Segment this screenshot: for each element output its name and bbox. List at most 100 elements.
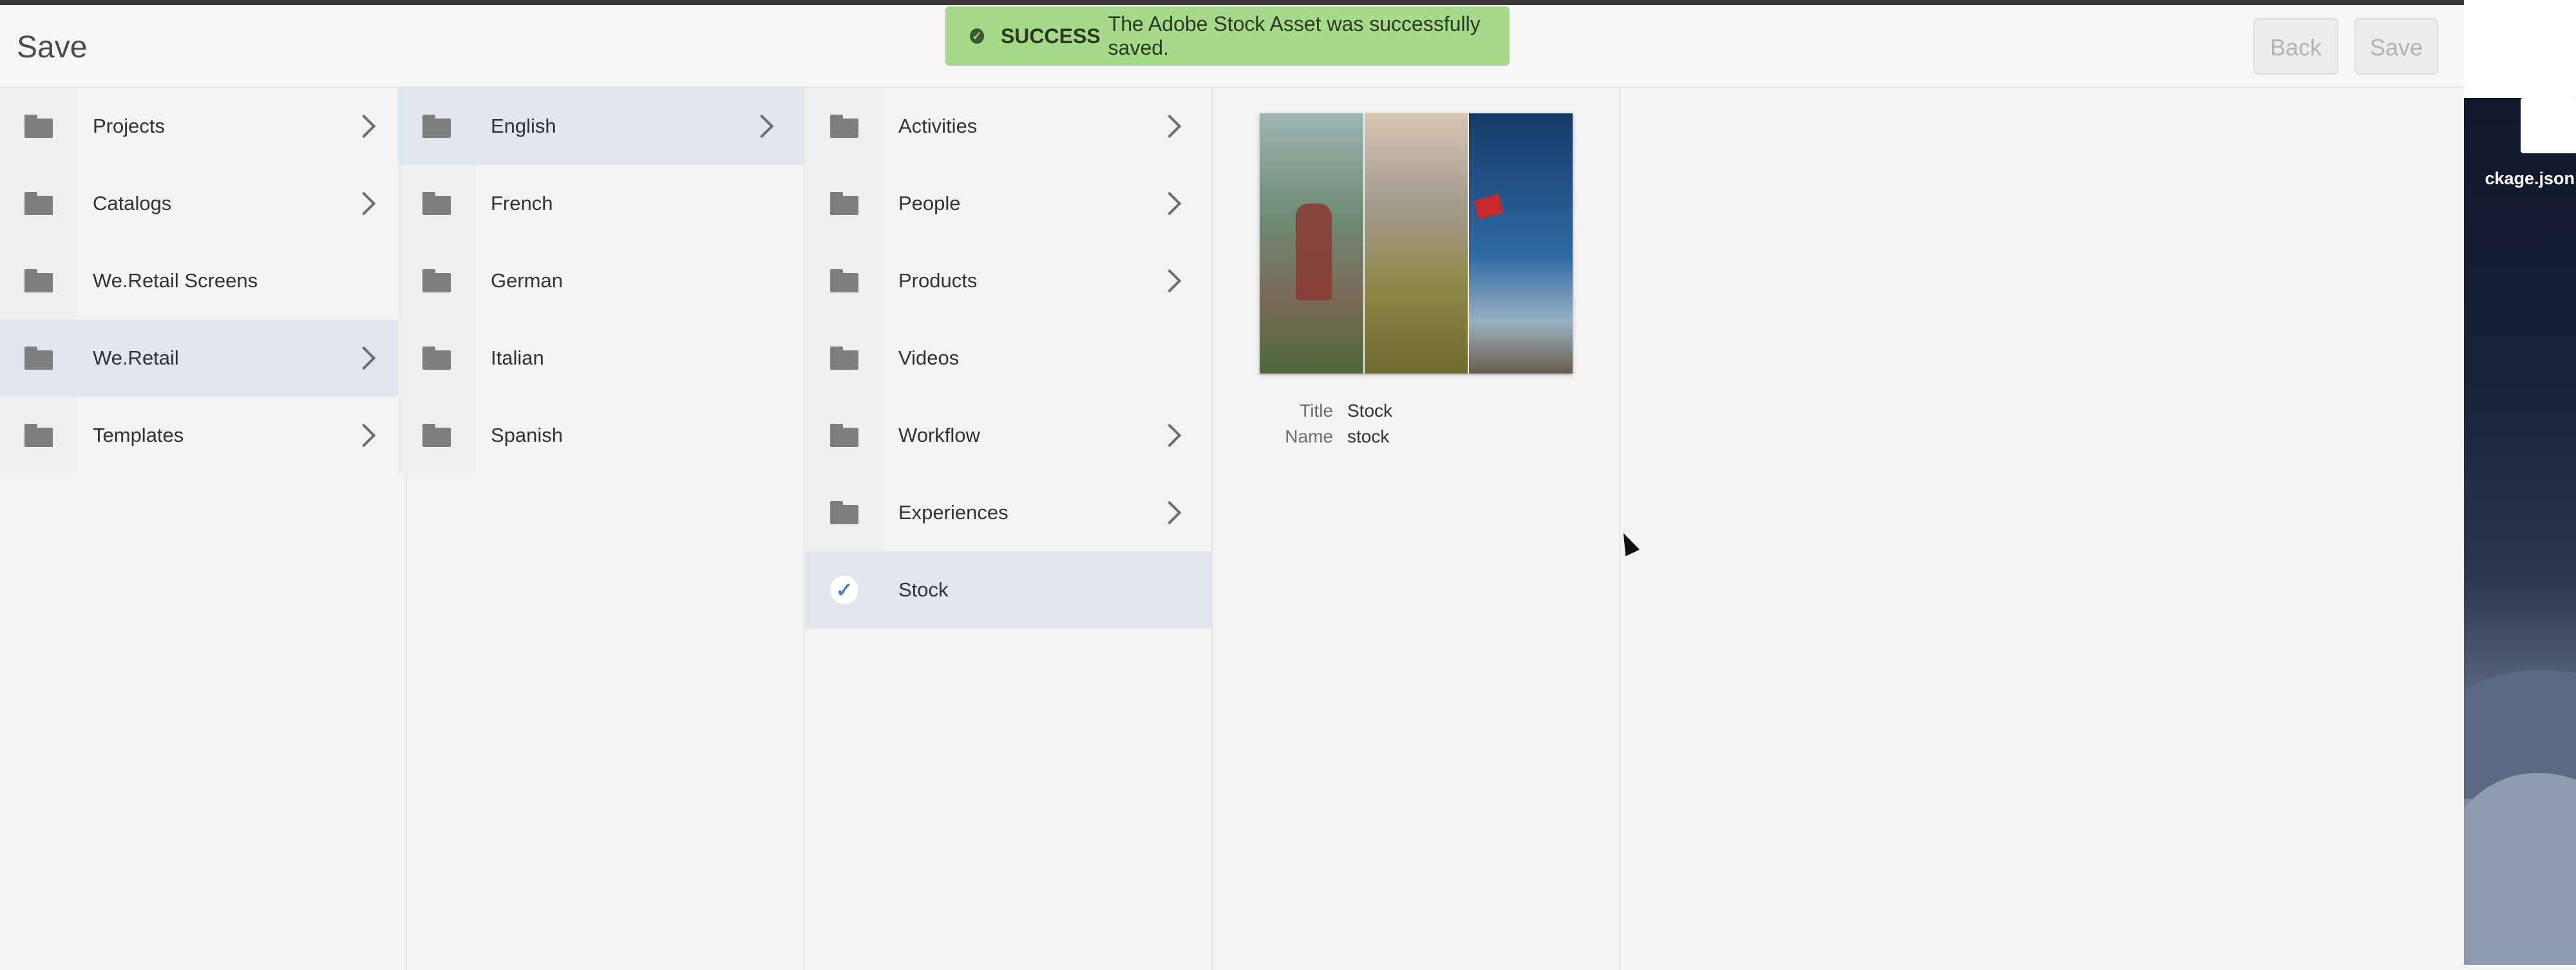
list-item-label: Catalogs: [93, 192, 172, 214]
folder-thumb: [398, 165, 475, 242]
list-item-people[interactable]: People: [806, 165, 1211, 242]
preview-metadata: Title Stock Name stock: [1213, 398, 1392, 450]
folder-thumb: [806, 397, 883, 474]
success-toast: ✓ SUCCESS The Adobe Stock Asset was succ…: [945, 6, 1510, 66]
folder-icon: [830, 424, 858, 447]
list-item-label: Stock: [898, 578, 949, 601]
back-button[interactable]: Back: [2253, 18, 2338, 75]
chevron-right-icon[interactable]: [1157, 500, 1182, 525]
column-we-retail: English French German Italian Spanish: [398, 88, 805, 970]
list-item-experiences[interactable]: Experiences: [806, 474, 1211, 551]
list-item-projects[interactable]: Projects: [0, 88, 406, 165]
list-item-label: Spanish: [491, 424, 564, 446]
folder-thumb: [806, 474, 883, 551]
check-icon: ✓: [830, 576, 858, 604]
folder-thumb: [398, 88, 475, 165]
list-item-we-retail[interactable]: We.Retail: [0, 319, 406, 397]
chevron-right-icon[interactable]: [1157, 269, 1182, 293]
chevron-right-icon[interactable]: [750, 114, 774, 138]
chevron-right-icon[interactable]: [1157, 191, 1182, 216]
meta-title-key: Title: [1300, 401, 1333, 421]
list-item-label: Projects: [93, 115, 165, 137]
page-title: Save: [17, 30, 88, 64]
list-item-label: Italian: [491, 347, 544, 369]
check-circle-icon: ✓: [970, 28, 984, 44]
chevron-right-icon[interactable]: [352, 423, 376, 448]
list-item-label: Products: [898, 269, 978, 292]
chevron-right-icon[interactable]: [352, 114, 376, 138]
list-item-templates[interactable]: Templates: [0, 397, 406, 474]
folder-icon: [830, 115, 858, 138]
folder-icon: [830, 347, 858, 370]
toast-message: The Adobe Stock Asset was successfully s…: [1108, 12, 1481, 59]
chevron-right-icon[interactable]: [352, 346, 376, 370]
list-item-spanish[interactable]: Spanish: [398, 397, 804, 474]
list-item-german[interactable]: German: [398, 242, 804, 319]
folder-thumb: [806, 88, 883, 165]
folder-icon: [830, 269, 858, 292]
meta-name-value: stock: [1347, 426, 1390, 446]
folder-thumb: [398, 319, 475, 397]
folder-icon: [422, 269, 451, 292]
file-icon[interactable]: [2521, 98, 2576, 153]
folder-icon: [24, 424, 53, 447]
folder-thumb: [806, 319, 883, 397]
folder-icon: [830, 501, 858, 524]
window-top-strip: [0, 0, 2464, 5]
list-item-we-retail-screens[interactable]: We.Retail Screens: [0, 242, 406, 319]
list-item-label: German: [491, 269, 563, 292]
list-item-label: We.Retail Screens: [93, 269, 258, 292]
list-item-label: Experiences: [898, 501, 1009, 524]
list-item-catalogs[interactable]: Catalogs: [0, 165, 406, 242]
list-item-english[interactable]: English: [398, 88, 804, 165]
folder-thumb: [0, 319, 77, 397]
folder-thumb: [806, 165, 883, 242]
save-button[interactable]: Save: [2354, 18, 2438, 75]
folder-thumb: [0, 165, 77, 242]
folder-thumb: [0, 242, 77, 319]
folder-icon: [422, 424, 451, 447]
stock-preview-image: [1260, 113, 1573, 374]
image-strip-climber: [1468, 113, 1573, 374]
toast-status: SUCCESS: [1000, 24, 1101, 48]
folder-thumb: [398, 242, 475, 319]
meta-title-value: Stock: [1347, 401, 1393, 421]
meta-name-key: Name: [1285, 426, 1333, 446]
folder-icon: [422, 192, 451, 215]
chevron-right-icon[interactable]: [352, 191, 376, 216]
preview-pane: Title Stock Name stock: [1213, 88, 1620, 970]
list-item-italian[interactable]: Italian: [398, 319, 804, 397]
folder-icon: [422, 347, 451, 370]
list-item-label: Activities: [898, 115, 978, 137]
list-item-label: Workflow: [898, 424, 980, 446]
chevron-right-icon[interactable]: [1157, 114, 1182, 138]
list-item-products[interactable]: Products: [806, 242, 1211, 319]
list-item-label: French: [491, 192, 553, 214]
desktop-file-label[interactable]: ckage.json: [2464, 169, 2576, 189]
list-item-activities[interactable]: Activities: [806, 88, 1211, 165]
list-item-workflow[interactable]: Workflow: [806, 397, 1211, 474]
folder-thumb: [398, 397, 475, 474]
folder-icon: [830, 192, 858, 215]
list-item-french[interactable]: French: [398, 165, 804, 242]
folder-thumb: [806, 242, 883, 319]
image-strip-hiker: [1260, 113, 1363, 374]
desktop-background: ckage.json: [2464, 0, 2576, 965]
list-item-label: English: [491, 115, 556, 137]
list-item-stock[interactable]: ✓ Stock: [806, 551, 1211, 629]
list-item-label: Videos: [898, 347, 960, 369]
column-root: Projects Catalogs We.Retail Screens We.R…: [0, 88, 407, 970]
selection-thumb[interactable]: ✓: [806, 551, 883, 629]
column-english: Activities People Products Videos Workfl…: [806, 88, 1213, 970]
save-dialog: Save Back Save ✓ SUCCESS The Adobe Stock…: [0, 5, 2464, 970]
folder-thumb: [0, 88, 77, 165]
folder-icon: [422, 115, 451, 138]
empty-column: [1620, 88, 2464, 970]
chevron-right-icon[interactable]: [1157, 423, 1182, 448]
list-item-videos[interactable]: Videos: [806, 319, 1211, 397]
list-item-label: Templates: [93, 424, 184, 446]
image-strip-mountain: [1363, 113, 1468, 374]
folder-icon: [24, 269, 53, 292]
folder-icon: [24, 115, 53, 138]
list-item-label: We.Retail: [93, 347, 179, 369]
